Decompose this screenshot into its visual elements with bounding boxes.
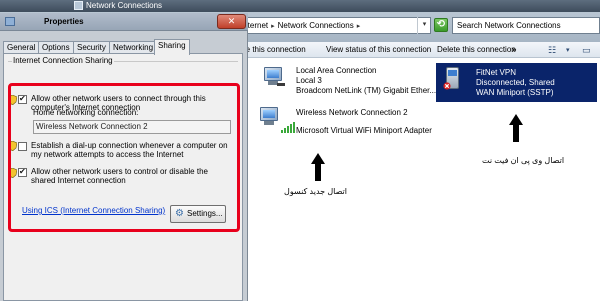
- ics-group-title: Internet Connection Sharing: [12, 56, 114, 65]
- refresh-go-button[interactable]: ⟲: [434, 18, 448, 32]
- connection-adapter: Broadcom NetLink (TM) Gigabit Ether...: [296, 86, 437, 95]
- allow-sharing-checkbox[interactable]: [18, 94, 27, 104]
- home-network-field[interactable]: Wireless Network Connection 2: [33, 120, 231, 134]
- breadcrumb-network-connections[interactable]: Network Connections: [278, 21, 354, 30]
- explorer-title: Network Connections: [86, 1, 163, 10]
- screen: Network Connections Internet ▸ Network Con…: [0, 0, 600, 301]
- label-line-2: shared Internet connection: [31, 176, 126, 185]
- vpn-connection-icon[interactable]: [442, 67, 462, 93]
- tab-sharing[interactable]: Sharing: [154, 39, 190, 55]
- wireless-network-icon[interactable]: [258, 107, 280, 127]
- dialup-checkbox[interactable]: [18, 142, 27, 151]
- settings-gear-icon: ⚙: [175, 208, 184, 219]
- properties-dialog: Properties ✕ General Options Security Ne…: [0, 13, 248, 301]
- label-line-2: my network attempts to access the Intern…: [31, 150, 184, 159]
- connection-name: FitNet VPN: [476, 68, 517, 77]
- annotation-new-connection: اتصال جدید کنسول: [284, 187, 347, 196]
- dialog-title: Properties: [44, 17, 84, 26]
- change-view-icon[interactable]: ☷: [548, 45, 556, 56]
- connection-status: Disconnected, Shared: [476, 78, 555, 87]
- rename-connection-command[interactable]: me this connection: [239, 45, 306, 54]
- connection-adapter: WAN Miniport (SSTP): [476, 88, 554, 97]
- wired-network-icon[interactable]: [262, 67, 285, 87]
- connection-adapter: Microsoft Virtual WiFi Miniport Adapter: [296, 126, 432, 135]
- allow-control-checkbox[interactable]: [18, 167, 27, 177]
- dialog-title-bar[interactable]: Properties ✕: [0, 13, 248, 31]
- admin-shield-icon: [8, 95, 17, 105]
- breadcrumb-separator[interactable]: ▸: [357, 23, 361, 30]
- connection-properties-icon: [5, 17, 15, 26]
- dialup-label: Establish a dial-up connection whenever …: [31, 141, 228, 159]
- label-line-1: Establish a dial-up connection whenever …: [31, 141, 228, 150]
- explorer-title-bar: Network Connections: [0, 0, 600, 12]
- view-status-command[interactable]: View status of this connection: [326, 45, 431, 54]
- signal-strength-icon: [281, 121, 295, 133]
- ics-help-link[interactable]: Using ICS (Internet Connection Sharing): [22, 206, 165, 215]
- allow-control-label: Allow other network users to control or …: [31, 167, 208, 185]
- connection-local-area[interactable]: Local Area Connection Local 3 Broadcom N…: [296, 66, 436, 96]
- address-dropdown-icon[interactable]: ▾: [417, 17, 431, 34]
- annotation-vpn-connection: اتصال وی پی ان فیت نت: [482, 156, 565, 165]
- more-commands-chevron-icon[interactable]: »: [512, 45, 516, 54]
- settings-button[interactable]: ⚙ Settings...: [170, 205, 226, 223]
- settings-button-label: Settings...: [187, 209, 223, 218]
- connection-name: Wireless Network Connection 2: [296, 108, 408, 117]
- up-arrow-icon: [509, 114, 523, 142]
- vpn-text: FitNet VPN Disconnected, Shared WAN Mini…: [476, 68, 555, 98]
- command-bar: me this connection View status of this c…: [236, 42, 600, 58]
- label-line-1: Allow other network users to connect thr…: [31, 94, 206, 103]
- breadcrumb-separator[interactable]: ▸: [271, 23, 275, 30]
- connection-name: Local Area Connection: [296, 66, 377, 75]
- preview-pane-icon[interactable]: ▭: [582, 45, 591, 56]
- network-folder-icon: [74, 1, 83, 10]
- disconnected-x-icon: [443, 82, 451, 90]
- view-dropdown-icon[interactable]: ▾: [566, 46, 570, 54]
- admin-shield-icon: [8, 168, 17, 178]
- address-bar[interactable]: Internet ▸ Network Connections ▸: [234, 17, 431, 34]
- delete-connection-command[interactable]: Delete this connection: [437, 45, 516, 54]
- admin-shield-icon: [8, 141, 17, 151]
- search-input[interactable]: Search Network Connections: [452, 17, 600, 34]
- connection-wireless-2[interactable]: Wireless Network Connection 2 Microsoft …: [296, 108, 432, 136]
- label-line-1: Allow other network users to control or …: [31, 167, 208, 176]
- home-network-label: Home networking connection:: [33, 108, 139, 117]
- up-arrow-icon: [311, 153, 325, 181]
- connection-network: Local 3: [296, 76, 322, 85]
- close-button[interactable]: ✕: [217, 14, 246, 29]
